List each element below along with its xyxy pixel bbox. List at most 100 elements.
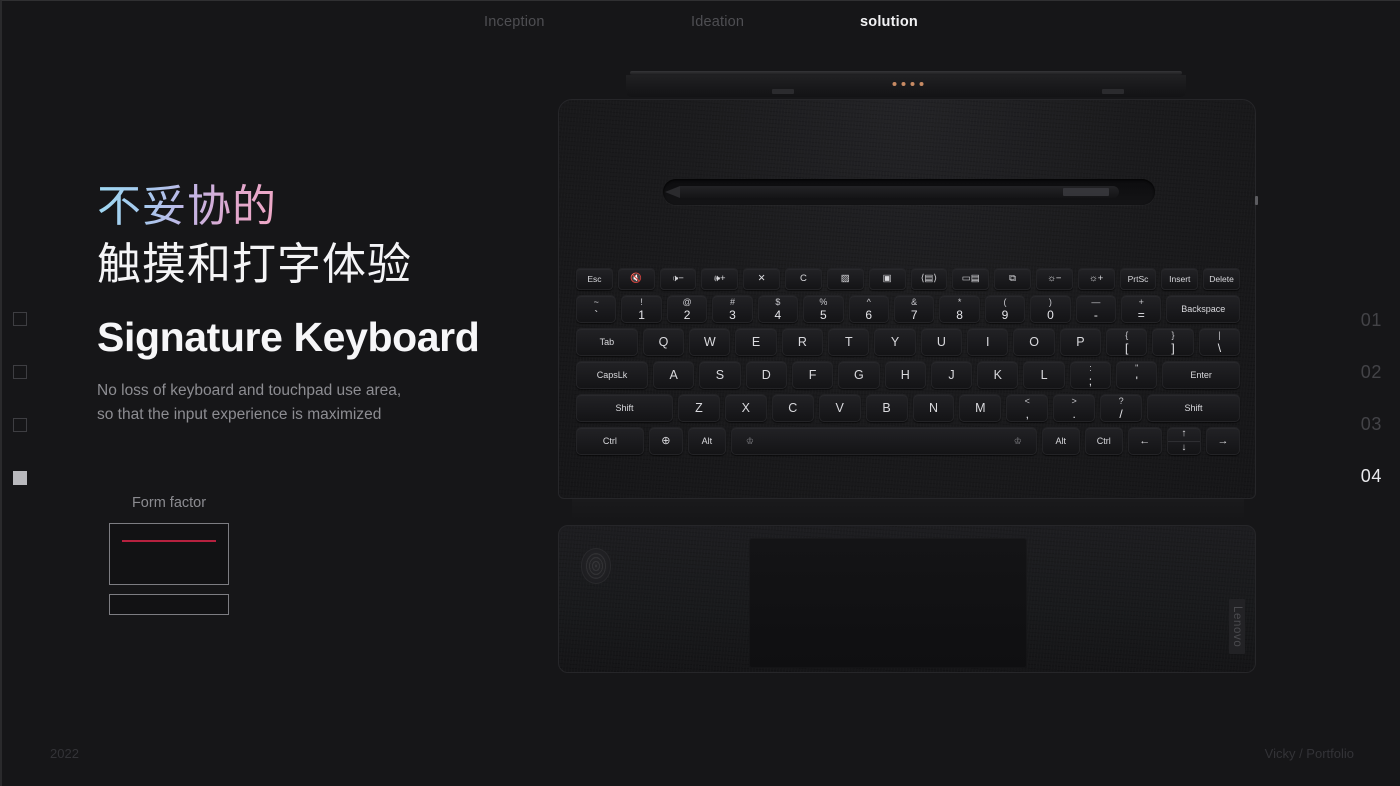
fingerprint-reader-icon[interactable] xyxy=(581,548,611,584)
key-tilde[interactable]: ~ ` xyxy=(576,295,617,323)
key-ctrl-left[interactable]: Ctrl xyxy=(576,427,644,455)
key-a[interactable]: A xyxy=(652,361,695,389)
key-t[interactable]: T xyxy=(828,328,870,356)
key-q[interactable]: Q xyxy=(642,328,685,356)
key-v[interactable]: V xyxy=(818,394,861,422)
key-label-bottom: - xyxy=(1093,307,1098,322)
key-shift-left[interactable]: Shift xyxy=(576,394,673,422)
key-comma[interactable]: <, xyxy=(1006,394,1049,422)
key-mute[interactable]: 🔇 xyxy=(617,268,655,290)
key-l[interactable]: L xyxy=(1023,361,1065,389)
key-task-view[interactable]: ⧉ xyxy=(994,268,1031,290)
key-backspace[interactable]: Backspace xyxy=(1166,295,1240,323)
key-c[interactable]: C xyxy=(771,394,814,422)
key-space[interactable]: ♔ ♔ xyxy=(730,427,1037,455)
key-volume-up[interactable]: 🕪+ xyxy=(701,268,739,290)
key-minus[interactable]: — - xyxy=(1075,295,1117,323)
key-2[interactable]: @2 xyxy=(666,295,708,323)
key-equals[interactable]: + = xyxy=(1121,295,1162,323)
key-close-window[interactable]: ✕ xyxy=(743,268,781,290)
key-alt-right[interactable]: Alt xyxy=(1041,427,1080,455)
slide-marker-2[interactable] xyxy=(13,365,27,379)
key-delete[interactable]: Delete xyxy=(1203,268,1240,290)
key-p[interactable]: P xyxy=(1059,328,1102,356)
key-9[interactable]: (9 xyxy=(984,295,1026,323)
key-z[interactable]: Z xyxy=(677,394,720,422)
key-d[interactable]: D xyxy=(745,361,787,389)
key-u[interactable]: U xyxy=(920,328,963,356)
key-1[interactable]: ! 1 xyxy=(621,295,662,323)
key-5[interactable]: % 5 xyxy=(803,295,844,323)
key-capslock[interactable]: CapsLk xyxy=(576,361,648,389)
keyboard-palmrest-gap xyxy=(572,499,1244,521)
key-j[interactable]: J xyxy=(930,361,973,389)
key-label: Z xyxy=(695,401,703,415)
key-slash[interactable]: ? / xyxy=(1100,394,1143,422)
key-refresh[interactable]: C xyxy=(785,268,822,290)
key-6[interactable]: ^ 6 xyxy=(848,295,889,323)
arrow-up-icon[interactable]: ↑ xyxy=(1167,428,1200,442)
touchpad[interactable] xyxy=(749,538,1027,668)
key-i[interactable]: I xyxy=(967,328,1009,356)
nav-item-inception[interactable]: Inception xyxy=(484,14,545,30)
key-display-switch[interactable]: ▭▤ xyxy=(952,268,990,290)
key-arrow-right[interactable]: → xyxy=(1205,427,1240,455)
key-7[interactable]: & 7 xyxy=(893,295,935,323)
key-4[interactable]: $4 xyxy=(757,295,799,323)
key-backslash[interactable]: | \ xyxy=(1198,328,1241,356)
key-globe-fn[interactable]: ⊕ xyxy=(648,427,683,455)
arrow-down-icon[interactable]: ↓ xyxy=(1168,442,1200,455)
key-label: T xyxy=(844,335,853,349)
key-bracket-right[interactable]: }] xyxy=(1152,328,1194,356)
key-brightness-up[interactable]: ☼+ xyxy=(1077,268,1115,290)
key-3[interactable]: #3 xyxy=(712,295,753,323)
key-n[interactable]: N xyxy=(912,394,955,422)
section-index-04[interactable]: 04 xyxy=(1361,467,1382,485)
slide-marker-1[interactable] xyxy=(13,312,27,326)
key-enter[interactable]: Enter xyxy=(1162,361,1240,389)
slide-marker-4[interactable] xyxy=(13,471,27,485)
section-index-02[interactable]: 02 xyxy=(1361,363,1382,381)
nav-item-solution[interactable]: solution xyxy=(860,14,918,30)
key-arrow-left[interactable]: ← xyxy=(1127,427,1162,455)
key-h[interactable]: H xyxy=(884,361,926,389)
section-index-01[interactable]: 01 xyxy=(1361,311,1382,329)
key-period[interactable]: >. xyxy=(1053,394,1096,422)
key-8[interactable]: * 8 xyxy=(939,295,980,323)
key-o[interactable]: O xyxy=(1013,328,1055,356)
key-m[interactable]: M xyxy=(959,394,1002,422)
key-arrow-up-down[interactable]: ↑ ↓ xyxy=(1166,427,1201,455)
key-f[interactable]: F xyxy=(791,361,834,389)
key-w[interactable]: W xyxy=(689,328,731,356)
key-camera[interactable]: ▣ xyxy=(868,268,906,290)
key-0[interactable]: ) 0 xyxy=(1030,295,1071,323)
key-ctrl-right[interactable]: Ctrl xyxy=(1084,427,1123,455)
key-esc[interactable]: Esc xyxy=(576,268,613,290)
key-volume-down[interactable]: 🕩− xyxy=(659,268,697,290)
key-x[interactable]: X xyxy=(724,394,767,422)
key-s[interactable]: S xyxy=(699,361,741,389)
slide-marker-3[interactable] xyxy=(13,418,27,432)
key-k[interactable]: K xyxy=(977,361,1019,389)
form-factor-label: Form factor xyxy=(131,495,207,511)
key-tab[interactable]: Tab xyxy=(576,328,638,356)
key-alt-left[interactable]: Alt xyxy=(687,427,726,455)
key-microphone[interactable]: ⟨▤⟩ xyxy=(910,268,948,290)
key-bracket-left[interactable]: {[ xyxy=(1106,328,1148,356)
key-prtsc[interactable]: PrtSc xyxy=(1119,268,1157,290)
key-semicolon[interactable]: :; xyxy=(1069,361,1112,389)
key-g[interactable]: G xyxy=(838,361,880,389)
key-r[interactable]: R xyxy=(781,328,824,356)
key-screen-off[interactable]: ▨ xyxy=(826,268,864,290)
nav-item-ideation[interactable]: Ideation xyxy=(691,14,744,30)
section-index-03[interactable]: 03 xyxy=(1361,415,1382,433)
key-brightness-down[interactable]: ☼− xyxy=(1035,268,1073,290)
key-e[interactable]: E xyxy=(735,328,777,356)
key-quote[interactable]: " ' xyxy=(1116,361,1158,389)
key-y[interactable]: Y xyxy=(874,328,916,356)
key-b[interactable]: B xyxy=(865,394,908,422)
headline-gradient-text: 不妥协的 xyxy=(97,179,277,235)
key-shift-right[interactable]: Shift xyxy=(1147,394,1241,422)
key-label: M xyxy=(975,401,986,415)
key-insert[interactable]: Insert xyxy=(1161,268,1199,290)
